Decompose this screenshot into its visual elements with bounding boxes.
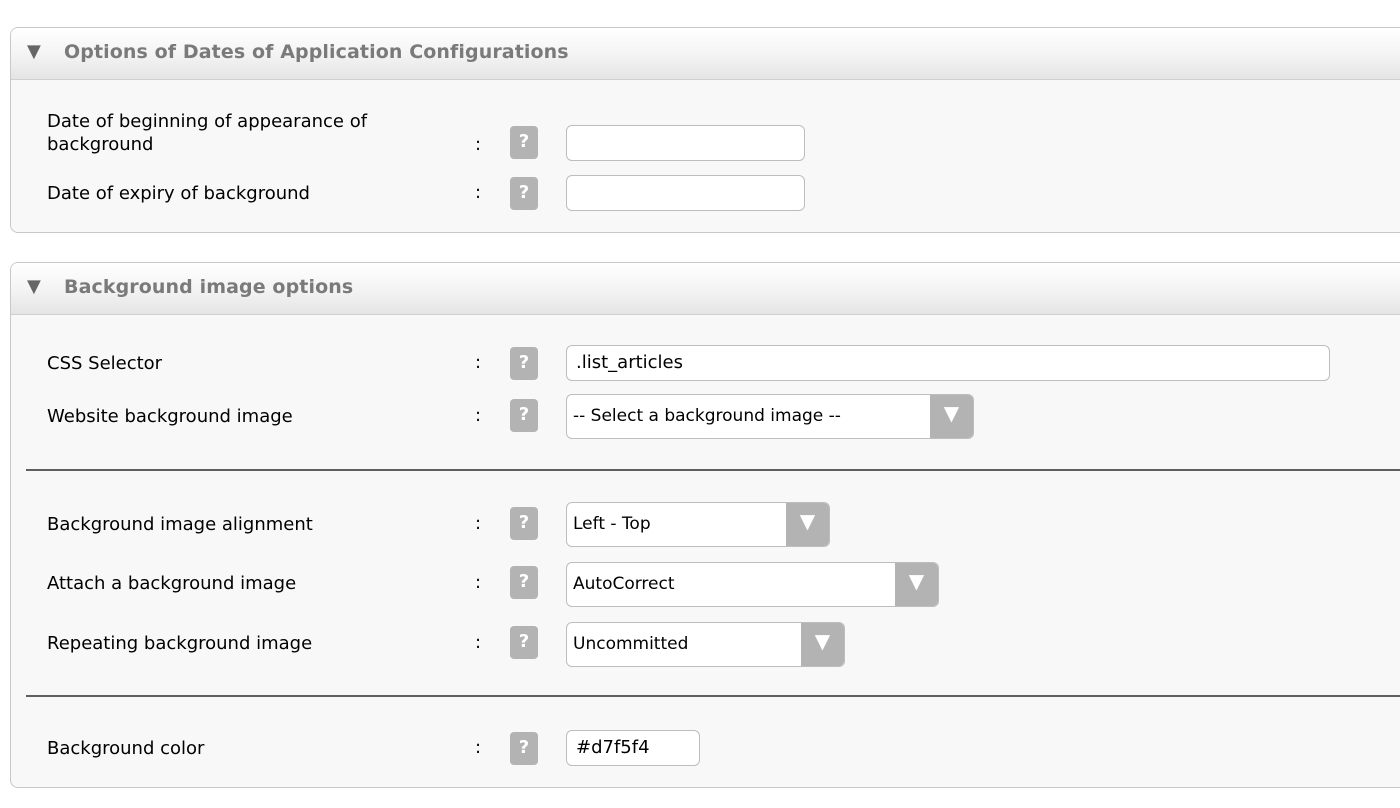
section-divider [26, 469, 1400, 471]
colon: : [475, 632, 482, 653]
attach-select[interactable]: AutoCorrect ▼ [566, 562, 939, 607]
date-expiry-input[interactable] [566, 175, 805, 211]
help-icon[interactable]: ? [510, 732, 538, 765]
date-begin-label-line1: Date of beginning of appearance of [47, 111, 368, 132]
help-icon[interactable]: ? [510, 347, 538, 380]
dropdown-arrow-icon[interactable]: ▼ [801, 623, 844, 666]
help-icon[interactable]: ? [510, 507, 538, 540]
date-expiry-label: Date of expiry of background [47, 183, 310, 204]
repeat-selected-value: Uncommitted [573, 634, 689, 654]
collapse-triangle-icon[interactable]: ▼ [27, 276, 41, 297]
dropdown-arrow-icon[interactable]: ▼ [930, 395, 973, 438]
alignment-label: Background image alignment [47, 514, 313, 535]
attach-label: Attach a background image [47, 573, 297, 594]
date-begin-label-line2: background [47, 134, 154, 155]
css-selector-label: CSS Selector [47, 353, 163, 374]
dropdown-arrow-icon[interactable]: ▼ [895, 563, 938, 606]
colon: : [475, 572, 482, 593]
help-icon[interactable]: ? [510, 626, 538, 659]
colon: : [475, 405, 482, 426]
help-icon[interactable]: ? [510, 177, 538, 210]
colon: : [475, 182, 482, 203]
collapse-triangle-icon[interactable]: ▼ [27, 41, 41, 62]
background-options-panel: ▼ Background image options CSS Selector … [10, 262, 1400, 788]
help-icon[interactable]: ? [510, 399, 538, 432]
repeat-label: Repeating background image [47, 633, 313, 654]
bg-image-select[interactable]: -- Select a background image -- ▼ [566, 394, 974, 439]
dates-panel-header[interactable]: ▼ Options of Dates of Application Config… [11, 28, 1400, 80]
date-begin-input[interactable] [566, 125, 805, 161]
date-begin-label: Date of beginning of appearance of backg… [47, 110, 367, 156]
background-panel-title: Background image options [64, 276, 354, 298]
colon: : [475, 352, 482, 373]
colon: : [475, 737, 482, 758]
bg-image-label: Website background image [47, 406, 293, 427]
bg-color-input[interactable]: #d7f5f4 [566, 730, 700, 766]
dropdown-arrow-icon[interactable]: ▼ [786, 503, 829, 546]
colon: : [475, 513, 482, 534]
alignment-select[interactable]: Left - Top ▼ [566, 502, 830, 547]
repeat-select[interactable]: Uncommitted ▼ [566, 622, 845, 667]
section-divider [26, 695, 1400, 697]
help-icon[interactable]: ? [510, 126, 538, 159]
help-icon[interactable]: ? [510, 566, 538, 599]
dates-panel-title: Options of Dates of Application Configur… [64, 41, 569, 63]
alignment-selected-value: Left - Top [573, 514, 651, 534]
dates-options-panel: ▼ Options of Dates of Application Config… [10, 27, 1400, 233]
css-selector-input[interactable]: .list_articles [566, 345, 1330, 381]
attach-selected-value: AutoCorrect [573, 574, 675, 594]
bg-color-label: Background color [47, 738, 205, 759]
colon: : [475, 134, 482, 155]
bg-image-selected-value: -- Select a background image -- [573, 406, 841, 426]
background-panel-header[interactable]: ▼ Background image options [11, 263, 1400, 315]
